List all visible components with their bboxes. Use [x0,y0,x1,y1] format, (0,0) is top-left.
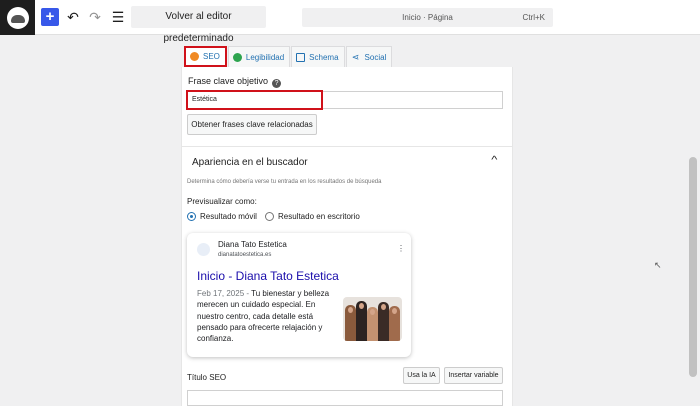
editor-toolbar: + ↶ ↷ ☰ Volver al editor predeterminado … [0,0,700,44]
tab-social-label: Social [364,52,387,62]
mouse-cursor-icon: ↖ [654,260,662,270]
green-face-icon [232,52,242,62]
focus-keyphrase-value: Estética [192,96,217,103]
search-appearance-title[interactable]: Apariencia en el buscador [192,157,308,168]
seo-title-label: Título SEO [187,373,227,382]
seo-tabs: SEO Legibilidad Schema ⋖ Social [184,46,393,67]
tab-seo-label: SEO [203,52,220,61]
tab-schema-label: Schema [309,52,339,62]
preview-separator: - [246,289,250,298]
preview-date: Feb 17, 2025 [197,289,245,298]
radio-mobile-label: Resultado móvil [200,212,257,221]
divider [181,146,513,147]
preview-site-name: Diana Tato Estetica [218,240,287,249]
redo-icon[interactable]: ↷ [87,9,103,25]
orange-face-icon [190,52,199,61]
tab-social[interactable]: ⋖ Social [345,46,393,67]
site-logo-icon[interactable] [0,0,35,35]
focus-keyphrase-label-text: Frase clave objetivo [188,76,269,86]
radio-unchecked-icon [265,212,274,221]
command-shortcut: Ctrl+K [522,13,545,22]
use-ai-button[interactable]: Usa la IA [403,367,440,384]
radio-desktop-result[interactable]: Resultado en escritorio [265,212,360,221]
add-block-button[interactable]: + [41,8,59,26]
chevron-up-icon[interactable]: ^ [491,155,497,166]
tab-legibilidad-label: Legibilidad [245,52,285,62]
page-scrollbar[interactable] [686,35,700,406]
tab-schema[interactable]: Schema [291,46,345,67]
radio-desktop-label: Resultado en escritorio [278,212,360,221]
insert-variable-button[interactable]: Insertar variable [444,367,503,384]
document-overview-icon[interactable]: ☰ [110,9,126,25]
document-title: Inicio · Página [402,13,453,22]
command-palette-bar[interactable]: Inicio · Página Ctrl+K [302,8,553,27]
related-keyphrases-button[interactable]: Obtener frases clave relacionadas [187,114,317,135]
undo-icon[interactable]: ↶ [65,9,81,25]
grid-icon [296,52,306,62]
tab-legibilidad[interactable]: Legibilidad [227,46,291,67]
scrollbar-thumb[interactable] [689,157,697,377]
search-appearance-description: Determina cómo debería verse tu entrada … [187,179,382,185]
preview-site-url: dianatatoestetica.es [218,252,272,258]
preview-title: Inicio - Diana Tato Estetica [197,269,339,283]
focus-keyphrase-label: Frase clave objetivo? [188,76,282,88]
help-icon[interactable]: ? [272,79,282,88]
preview-as-label: Previsualizar como: [187,197,257,206]
seo-title-field[interactable] [187,390,503,406]
radio-mobile-result[interactable]: Resultado móvil [187,212,257,221]
back-to-default-editor-button[interactable]: Volver al editor predeterminado [131,6,266,44]
preview-thumbnail-image [343,297,402,341]
site-favicon-icon [197,243,210,256]
tab-seo[interactable]: SEO [184,46,227,67]
google-preview-card: Diana Tato Estetica dianatatoestetica.es… [187,233,411,357]
share-icon: ⋖ [351,51,360,62]
more-options-icon: ⋮ [397,244,405,253]
preview-description: Feb 17, 2025 - Tu bienestar y belleza me… [197,288,337,344]
radio-checked-icon [187,212,196,221]
